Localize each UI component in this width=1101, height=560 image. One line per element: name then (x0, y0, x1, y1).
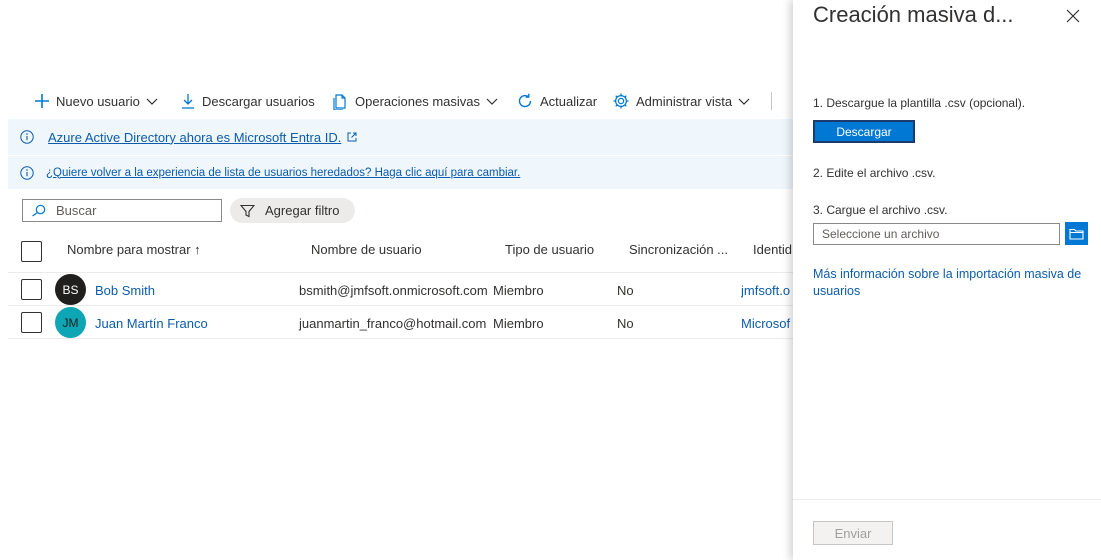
refresh-icon (518, 93, 532, 108)
bulk-operations-label: Operaciones masivas (355, 93, 480, 109)
download-users-button[interactable]: Descargar usuarios (180, 84, 315, 118)
refresh-label: Actualizar (540, 93, 598, 109)
search-box[interactable]: Buscar (22, 199, 222, 222)
file-input-placeholder: Seleccione un archivo (822, 227, 940, 241)
new-user-button[interactable]: Nuevo usuario (34, 84, 158, 118)
avatar: BS (55, 274, 86, 305)
user-type-cell: Miembro (493, 283, 544, 298)
toolbar-divider (771, 92, 772, 110)
sync-cell: No (617, 316, 634, 331)
download-icon (182, 94, 194, 109)
row-checkbox[interactable] (21, 312, 42, 333)
refresh-button[interactable]: Actualizar (516, 84, 597, 118)
avatar: JM (55, 307, 86, 338)
identity-link[interactable]: Microsof (741, 316, 793, 331)
user-type-cell: Miembro (493, 316, 544, 331)
avatar-initials: JM (62, 315, 79, 330)
gear-icon (613, 93, 629, 109)
search-icon (32, 204, 46, 217)
chevron-down-icon (486, 98, 498, 105)
step-3-text: 3. Cargue el archivo .csv. (813, 203, 948, 217)
column-header-identities[interactable]: Identid (753, 242, 793, 257)
download-template-button[interactable]: Descargar (813, 120, 915, 143)
row-divider (8, 338, 793, 339)
sync-cell: No (617, 283, 634, 298)
column-header-username[interactable]: Nombre de usuario (311, 242, 422, 257)
search-placeholder: Buscar (56, 203, 97, 218)
user-display-name-link[interactable]: Bob Smith (95, 283, 155, 298)
select-all-checkbox[interactable] (21, 241, 42, 262)
command-bar: Nuevo usuario Descargar usuarios Operaci… (0, 84, 793, 118)
chevron-down-icon (146, 98, 158, 105)
file-select-input[interactable]: Seleccione un archivo (813, 223, 1060, 245)
manage-view-button[interactable]: Administrar vista (612, 84, 750, 118)
legacy-view-link[interactable]: ¿Quiere volver a la experiencia de lista… (46, 167, 520, 179)
close-button[interactable] (1063, 6, 1083, 26)
row-divider (8, 305, 793, 306)
new-user-label: Nuevo usuario (56, 93, 140, 109)
bulk-create-panel: Creación masiva d... 1. Descargue la pla… (793, 0, 1101, 560)
step-2-text: 2. Edite el archivo .csv. (813, 166, 936, 180)
plus-icon (35, 94, 49, 108)
bulk-operations-icon (333, 93, 346, 110)
filter-icon (240, 204, 255, 217)
download-users-label: Descargar usuarios (202, 93, 315, 109)
username-cell: bsmith@jmfsoft.onmicrosoft.com (299, 283, 488, 298)
panel-footer-divider (793, 499, 1101, 500)
legacy-view-banner: ¿Quiere volver a la experiencia de lista… (8, 156, 793, 189)
submit-button[interactable]: Enviar (813, 521, 893, 545)
column-header-user-type[interactable]: Tipo de usuario (505, 242, 594, 257)
user-display-name-link[interactable]: Juan Martín Franco (95, 316, 208, 331)
learn-more-link[interactable]: Más información sobre la importación mas… (813, 266, 1093, 300)
row-checkbox[interactable] (21, 279, 42, 300)
entra-id-link[interactable]: Azure Active Directory ahora es Microsof… (48, 130, 341, 145)
manage-view-label: Administrar vista (636, 93, 733, 109)
panel-title: Creación masiva d... (813, 2, 1014, 27)
browse-file-button[interactable] (1065, 222, 1088, 245)
entra-id-banner: Azure Active Directory ahora es Microsof… (8, 119, 793, 155)
row-divider (8, 272, 793, 273)
avatar-initials: BS (62, 282, 79, 297)
external-link-icon[interactable] (347, 132, 357, 142)
add-filter-button[interactable]: Agregar filtro (230, 198, 355, 223)
chevron-down-icon (738, 98, 750, 105)
close-icon (1066, 9, 1080, 23)
column-header-sync[interactable]: Sincronización ... (629, 242, 728, 257)
bulk-operations-button[interactable]: Operaciones masivas (332, 84, 498, 118)
identity-link[interactable]: jmfsoft.o (741, 283, 793, 298)
step-1-text: 1. Descargue la plantilla .csv (opcional… (813, 96, 1026, 110)
folder-icon (1069, 228, 1084, 240)
column-header-display-name[interactable]: Nombre para mostrar ↑ (67, 242, 201, 257)
username-cell: juanmartin_franco@hotmail.com (299, 316, 487, 331)
info-icon (20, 165, 34, 180)
info-icon (20, 130, 34, 144)
add-filter-label: Agregar filtro (265, 203, 340, 218)
